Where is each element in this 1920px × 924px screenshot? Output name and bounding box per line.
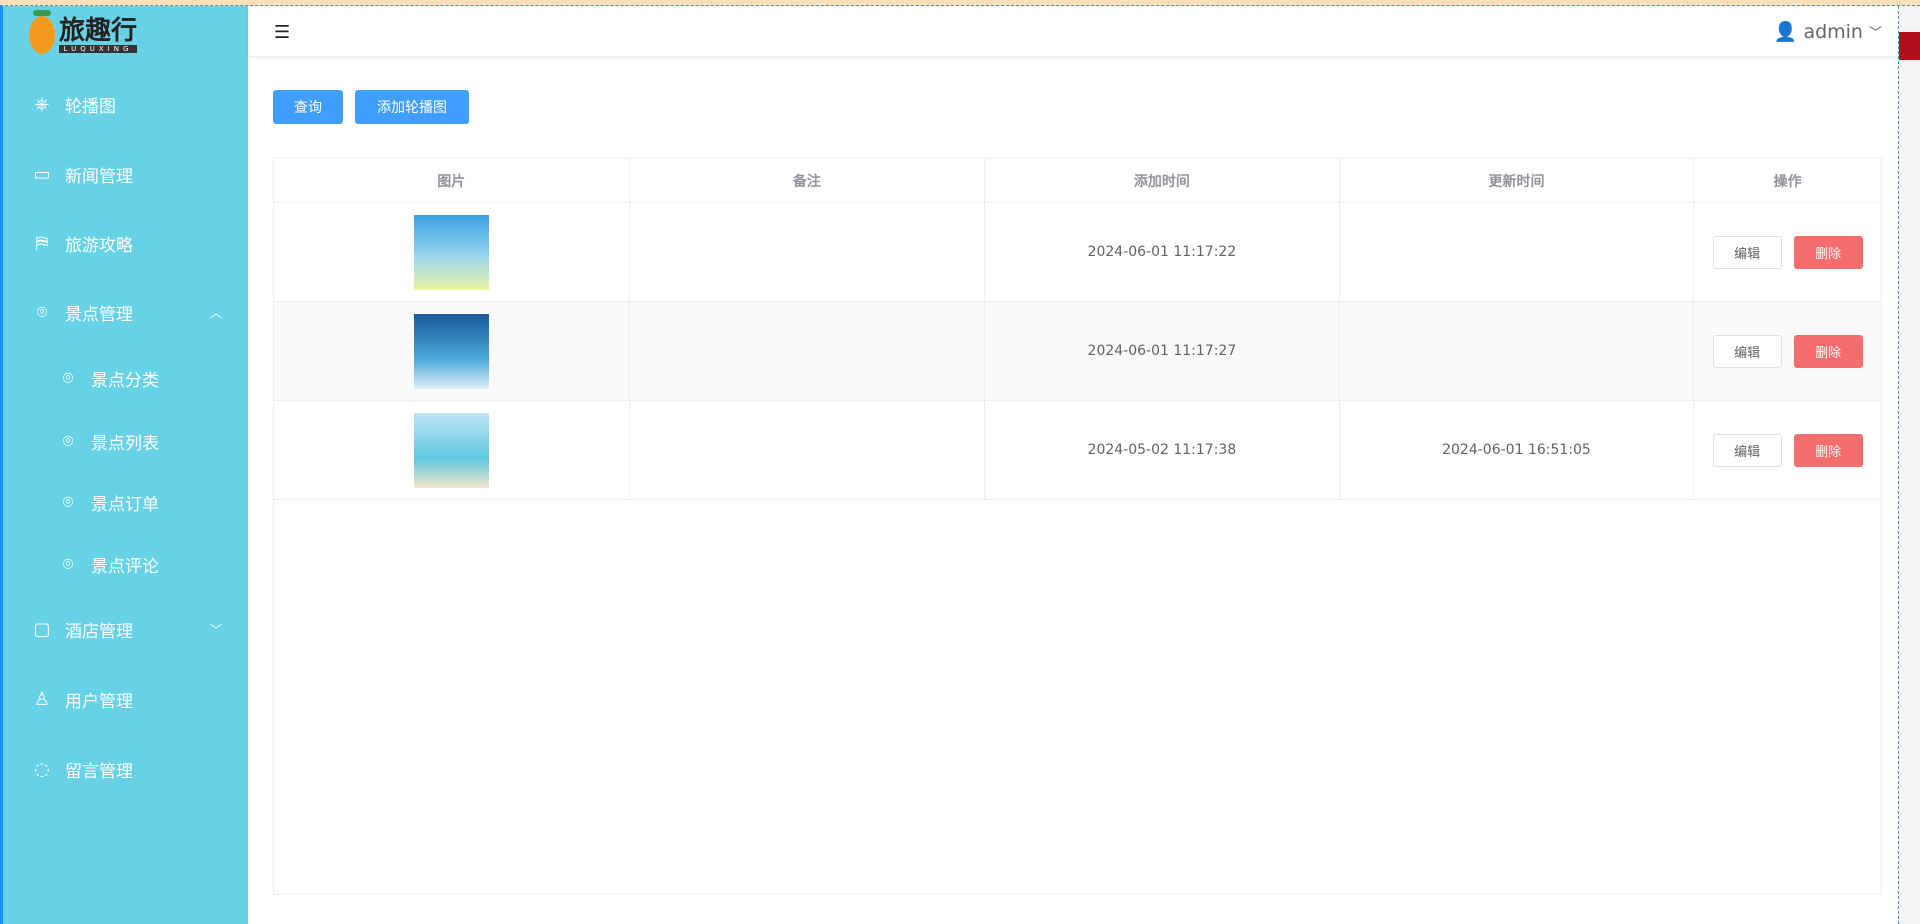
sidebar-item[interactable]: ⌾ 景点管理 ︿ <box>3 287 248 337</box>
sidebar-item-label: 旅游攻略 <box>65 235 133 256</box>
note-cell <box>630 302 986 400</box>
sidebar-item[interactable]: ⛿ 旅游攻略 <box>3 218 248 268</box>
sidebar-item[interactable]: ⎈ 轮播图 <box>3 79 248 129</box>
edit-button[interactable]: 编辑 <box>1712 334 1782 368</box>
logo-title: 旅趣行 <box>59 16 138 46</box>
created-time-cell: 2024-05-02 11:17:38 <box>985 401 1340 499</box>
news-icon: ▭ <box>33 163 51 185</box>
sidebar-item[interactable]: ▭ 新闻管理 <box>3 149 248 199</box>
location-icon: ⌾ <box>62 491 74 513</box>
logo-subtitle: LUQUXING <box>59 45 138 53</box>
banner-image <box>413 313 489 389</box>
sidebar-item-label: 景点订单 <box>91 494 159 515</box>
banner-table: 图片 备注 添加时间 更新时间 操作 2024-06-01 11:17:22 编… <box>273 158 1882 895</box>
sidebar-item-label: 留言管理 <box>65 761 133 782</box>
sidebar-item-label: 新闻管理 <box>65 166 133 187</box>
edit-button[interactable]: 编辑 <box>1712 235 1782 269</box>
column-header: 添加时间 <box>985 159 1340 202</box>
location-icon: ⌾ <box>62 367 74 389</box>
sidebar-item[interactable]: ⌾ 景点评论 <box>3 539 248 589</box>
delete-button[interactable]: 删除 <box>1793 433 1863 467</box>
delete-button[interactable]: 删除 <box>1793 235 1863 269</box>
sidebar-item-label: 轮播图 <box>65 96 116 117</box>
wheel-icon: ⎈ <box>34 93 50 115</box>
updated-time-cell <box>1340 203 1695 301</box>
sidebar-item-label: 景点分类 <box>91 370 159 391</box>
column-header: 操作 <box>1773 173 1802 190</box>
sidebar-item-label: 景点管理 <box>65 304 133 325</box>
chevron-down-icon: ﹀ <box>209 622 222 637</box>
table-row: 2024-06-01 11:17:22 编辑 删除 <box>274 203 1881 302</box>
sidebar-item[interactable]: ▢ 酒店管理 ﹀ <box>3 604 248 654</box>
menu-toggle-icon[interactable]: ☰ <box>274 22 290 43</box>
edit-button[interactable]: 编辑 <box>1712 433 1782 467</box>
top-header: ☰ 👤 admin ﹀ <box>248 6 1898 56</box>
location-icon: ⌾ <box>62 430 74 452</box>
add-banner-button[interactable]: 添加轮播图 <box>355 90 469 124</box>
updated-time-cell <box>1340 302 1695 400</box>
user-icon: ♙ <box>33 688 51 710</box>
note-cell <box>630 401 986 499</box>
column-header: 更新时间 <box>1340 159 1695 202</box>
note-cell <box>630 203 986 301</box>
chat-icon: ◌ <box>34 758 50 780</box>
chevron-up-icon: ︿ <box>209 305 222 320</box>
sidebar-item-label: 景点评论 <box>91 556 159 577</box>
username: admin <box>1803 20 1863 43</box>
adjacent-window-edge <box>1898 6 1920 924</box>
query-button[interactable]: 查询 <box>273 90 343 124</box>
guide-icon: ⛿ <box>35 232 49 254</box>
table-header: 图片 备注 添加时间 更新时间 操作 <box>274 159 1881 203</box>
sidebar-item-label: 酒店管理 <box>65 621 133 642</box>
location-icon: ⌾ <box>36 301 48 323</box>
column-header: 图片 <box>274 159 630 202</box>
table-row: 2024-06-01 11:17:27 编辑 删除 <box>274 302 1881 401</box>
banner-image <box>413 412 489 488</box>
sidebar: 旅趣行 LUQUXING ⎈ 轮播图 ▭ 新闻管理 ⛿ 旅游攻略 ⌾ 景点管理 ︿ ⌾ 景点分类 ⌾ 景… <box>0 6 248 924</box>
carrot-mascot-icon <box>29 10 55 54</box>
sidebar-item[interactable]: ◌ 留言管理 <box>3 744 248 794</box>
created-time-cell: 2024-06-01 11:17:22 <box>985 203 1340 301</box>
delete-button[interactable]: 删除 <box>1793 334 1863 368</box>
column-header: 备注 <box>630 159 986 202</box>
sidebar-item[interactable]: ♙ 用户管理 <box>3 674 248 724</box>
sidebar-item[interactable]: ⌾ 景点订单 <box>3 477 248 527</box>
user-icon: 👤 <box>1773 21 1798 43</box>
sidebar-item[interactable]: ⌾ 景点分类 <box>3 353 248 403</box>
user-dropdown[interactable]: 👤 admin ﹀ <box>1773 20 1882 44</box>
sidebar-item[interactable]: ⌾ 景点列表 <box>3 416 248 466</box>
sidebar-item-label: 用户管理 <box>65 691 133 712</box>
sidebar-item-label: 景点列表 <box>91 433 159 454</box>
banner-image <box>413 214 489 290</box>
updated-time-cell: 2024-06-01 16:51:05 <box>1340 401 1695 499</box>
table-row: 2024-05-02 11:17:38 2024-06-01 16:51:05 … <box>274 401 1881 500</box>
logo: 旅趣行 LUQUXING <box>29 10 138 54</box>
location-icon: ⌾ <box>62 553 74 575</box>
briefcase-icon: ▢ <box>33 618 51 640</box>
chevron-down-icon: ﹀ <box>1868 26 1882 41</box>
created-time-cell: 2024-06-01 11:17:27 <box>985 302 1340 400</box>
